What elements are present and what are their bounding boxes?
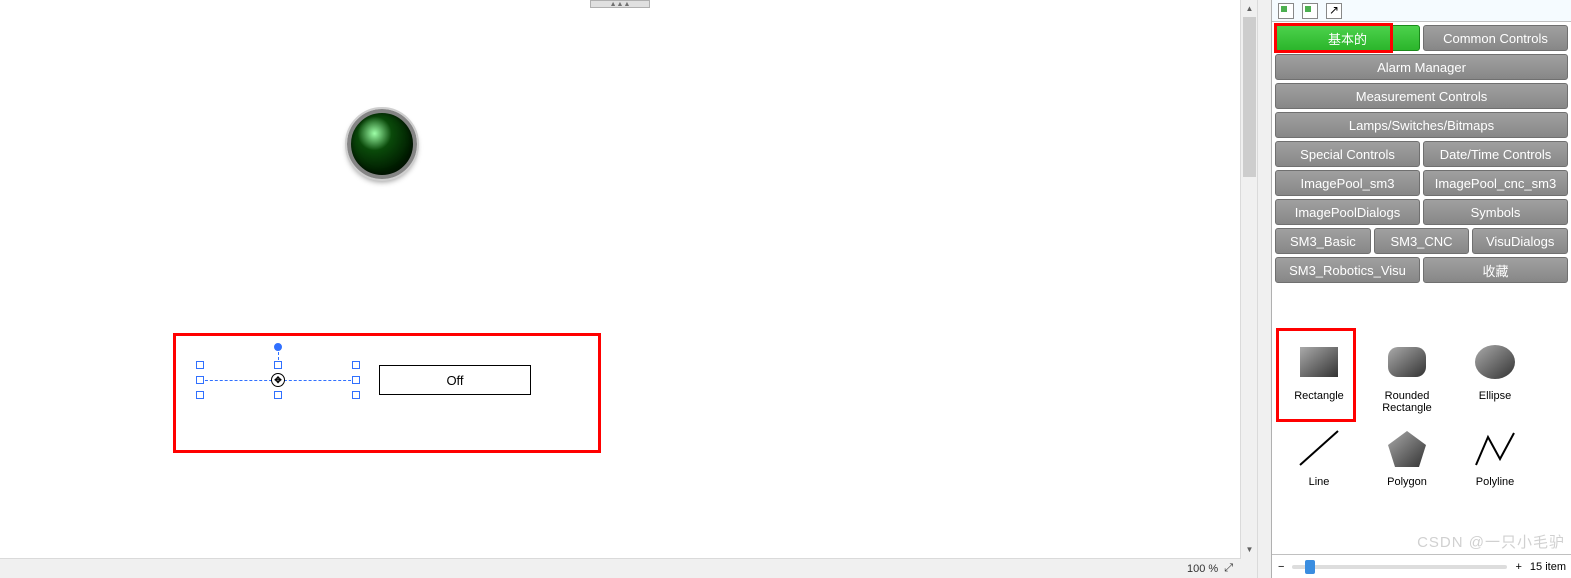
tool-roundrect[interactable]: Rounded Rectangle xyxy=(1366,334,1448,414)
watermark: CSDN @一只小毛驴 xyxy=(1417,531,1565,552)
category-label: ImagePool_sm3 xyxy=(1301,176,1395,191)
category-label: 收藏 xyxy=(1482,261,1508,280)
category-ipsm3[interactable]: ImagePool_sm3 xyxy=(1275,170,1420,196)
rotate-handle[interactable] xyxy=(274,343,282,351)
resize-handle-s[interactable] xyxy=(274,391,282,399)
canvas-scrollbar-vertical[interactable]: ▲ ▼ xyxy=(1240,0,1257,578)
category-label: SM3_Robotics_Visu xyxy=(1289,263,1406,278)
resize-handle-e[interactable] xyxy=(352,376,360,384)
zoom-minus-icon[interactable]: − xyxy=(1278,561,1284,573)
tool-polyline[interactable]: Polyline xyxy=(1454,420,1536,488)
toolbox-link-icon[interactable] xyxy=(1326,3,1342,19)
category-label: Alarm Manager xyxy=(1377,60,1466,75)
tool-ellipse[interactable]: Ellipse xyxy=(1454,334,1536,414)
toolbox-view-icon-2[interactable] xyxy=(1302,3,1318,19)
category-ipdialogs[interactable]: ImagePoolDialogs xyxy=(1275,199,1420,225)
category-label: Measurement Controls xyxy=(1356,89,1488,104)
ellipse-icon xyxy=(1464,334,1526,390)
category-label: ImagePool_cnc_sm3 xyxy=(1435,176,1556,191)
zoom-slider-track[interactable] xyxy=(1292,565,1507,569)
move-icon: ✥ xyxy=(271,373,285,387)
category-sm3cnc[interactable]: SM3_CNC xyxy=(1374,228,1470,254)
selected-element[interactable]: ✥ xyxy=(200,365,356,395)
scroll-down-icon[interactable]: ▼ xyxy=(1241,541,1258,558)
category-alarm[interactable]: Alarm Manager xyxy=(1275,54,1568,80)
lamp-indicator[interactable] xyxy=(347,109,417,179)
tool-label: Rounded Rectangle xyxy=(1366,390,1448,414)
category-label: Special Controls xyxy=(1300,147,1395,162)
polygon-icon xyxy=(1376,420,1438,476)
tool-label: Line xyxy=(1309,476,1330,488)
zoom-slider-thumb[interactable] xyxy=(1305,560,1315,574)
toolbox-view-icon-1[interactable] xyxy=(1278,3,1294,19)
tool-line[interactable]: Line xyxy=(1278,420,1360,488)
polyline-icon xyxy=(1464,420,1526,476)
category-lamps[interactable]: Lamps/Switches/Bitmaps xyxy=(1275,112,1568,138)
toolbox-category-grid: 基本的 Common Controls Alarm Manager Measureme… xyxy=(1272,22,1571,283)
category-label: Common Controls xyxy=(1443,31,1548,46)
tool-label: Polyline xyxy=(1476,476,1515,488)
zoom-plus-icon[interactable]: + xyxy=(1515,561,1521,573)
resize-handle-ne[interactable] xyxy=(352,361,360,369)
rectangle-icon xyxy=(1288,334,1350,390)
toolbox-item-count: 15 item xyxy=(1530,561,1566,573)
tool-polygon[interactable]: Polygon xyxy=(1366,420,1448,488)
category-label: Symbols xyxy=(1471,205,1521,220)
category-label: SM3_CNC xyxy=(1390,234,1452,249)
tool-label: Ellipse xyxy=(1479,390,1511,402)
design-canvas[interactable]: ▲▲▲ ✥ Off ▲ ▼ 100 % ⤢ xyxy=(0,0,1258,578)
toolbox-items: Rectangle Rounded Rectangle Ellipse Line Pol… xyxy=(1272,328,1571,494)
category-symbols[interactable]: Symbols xyxy=(1423,199,1568,225)
category-label: VisuDialogs xyxy=(1486,234,1554,249)
line-icon xyxy=(1288,420,1350,476)
toolbox-panel: 基本的 Common Controls Alarm Manager Measureme… xyxy=(1271,0,1571,578)
zoom-fit-icon[interactable]: ⤢ xyxy=(1224,562,1233,575)
toolbox-zoom-bar: − + 15 item xyxy=(1272,554,1571,578)
category-datetime[interactable]: Date/Time Controls xyxy=(1423,141,1568,167)
category-special[interactable]: Special Controls xyxy=(1275,141,1420,167)
category-sm3basic[interactable]: SM3_Basic xyxy=(1275,228,1371,254)
resize-handle-n[interactable] xyxy=(274,361,282,369)
resize-handle-w[interactable] xyxy=(196,376,204,384)
category-common[interactable]: Common Controls xyxy=(1423,25,1568,51)
category-sm3robot[interactable]: SM3_Robotics_Visu xyxy=(1275,257,1420,283)
category-fav[interactable]: 收藏 xyxy=(1423,257,1568,283)
scroll-thumb[interactable] xyxy=(1243,17,1256,177)
category-visudlg[interactable]: VisuDialogs xyxy=(1472,228,1568,254)
resize-handle-se[interactable] xyxy=(352,391,360,399)
tool-label: Rectangle xyxy=(1294,390,1344,402)
category-label: SM3_Basic xyxy=(1290,234,1356,249)
resize-handle-sw[interactable] xyxy=(196,391,204,399)
category-ipcncsm3[interactable]: ImagePool_cnc_sm3 xyxy=(1423,170,1568,196)
category-measure[interactable]: Measurement Controls xyxy=(1275,83,1568,109)
resize-handle-nw[interactable] xyxy=(196,361,204,369)
tool-rectangle[interactable]: Rectangle xyxy=(1278,334,1360,414)
off-button-label: Off xyxy=(446,373,463,388)
category-basic[interactable]: 基本的 xyxy=(1275,25,1420,51)
tool-label: Polygon xyxy=(1387,476,1427,488)
panel-collapse-handle[interactable]: ▲▲▲ xyxy=(590,0,650,8)
off-button-element[interactable]: Off xyxy=(379,365,531,395)
canvas-status-bar: 100 % ⤢ xyxy=(0,558,1241,578)
category-label: 基本的 xyxy=(1328,29,1367,48)
category-label: Lamps/Switches/Bitmaps xyxy=(1349,118,1494,133)
toolbox-iconbar xyxy=(1272,0,1571,22)
scroll-up-icon[interactable]: ▲ xyxy=(1241,0,1258,17)
roundrect-icon xyxy=(1376,334,1438,390)
category-label: ImagePoolDialogs xyxy=(1295,205,1401,220)
category-label: Date/Time Controls xyxy=(1440,147,1552,162)
zoom-readout: 100 % xyxy=(1187,563,1218,575)
